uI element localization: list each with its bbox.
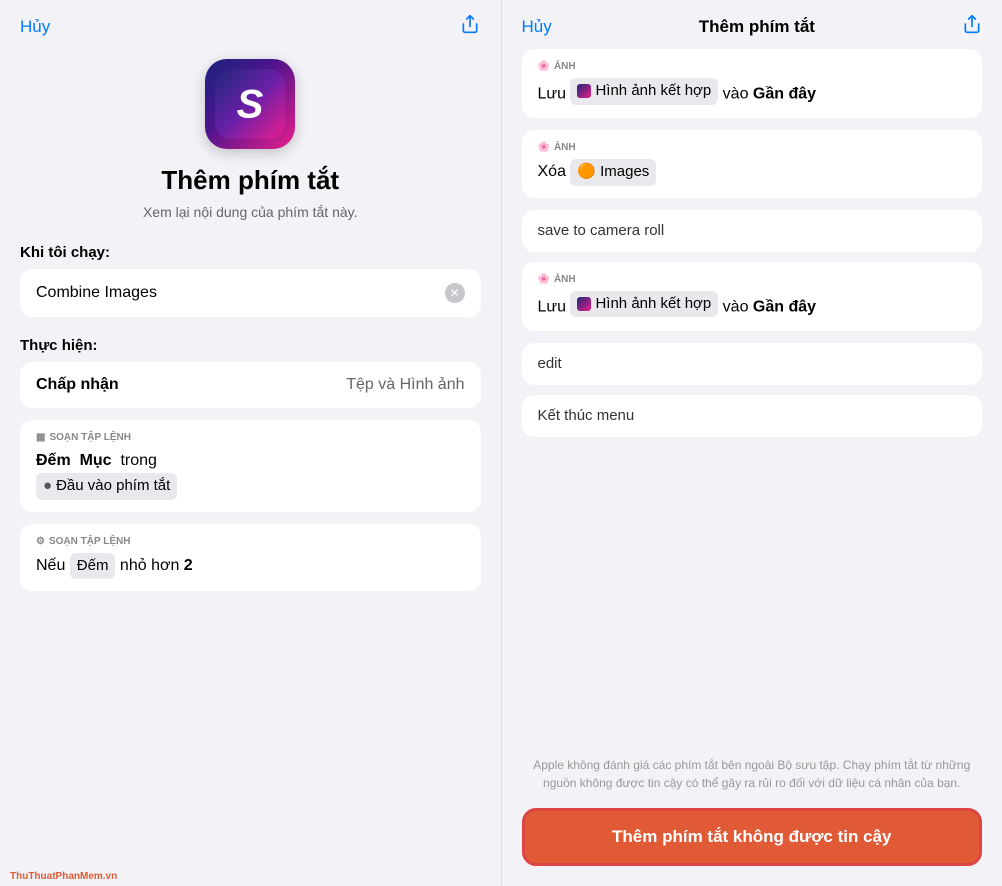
card-save-1-content: Lưu Hình ảnh kết hợp vào Gần đây xyxy=(538,78,967,106)
right-share-button[interactable] xyxy=(962,14,982,39)
gear-icon: ⚙ xyxy=(36,536,45,547)
right-header: Hủy Thêm phím tắt xyxy=(502,0,1002,49)
shortcuts-mini-icon-2 xyxy=(577,297,591,311)
combined-images-tag-1: Hình ảnh kết hợp xyxy=(570,78,718,105)
disclaimer-text: Apple không đánh giá các phím tắt bên ng… xyxy=(522,756,983,792)
shortcuts-mini-icon-1 xyxy=(577,84,591,98)
simple-card-1[interactable]: save to camera roll xyxy=(522,210,983,252)
right-panel: Hủy Thêm phím tắt 🌸 ẢNH Lưu Hình ảnh kết xyxy=(502,0,1002,886)
accept-label: Chấp nhận xyxy=(36,376,119,394)
photos-icon-3: 🌸 xyxy=(538,274,550,285)
card-save-2-content: Lưu Hình ảnh kết hợp vào Gần đây xyxy=(538,291,967,319)
smaller-text: nhỏ hơn xyxy=(120,557,184,574)
left-app-title: Thêm phím tắt xyxy=(161,165,339,196)
card-delete[interactable]: 🌸 ẢNH Xóa 🟠 Images xyxy=(522,130,983,198)
photos-icon-2: 🌸 xyxy=(538,142,550,153)
tag-dot-icon: ● xyxy=(43,475,52,498)
count-tag: Đếm xyxy=(70,553,116,580)
left-share-button[interactable] xyxy=(460,14,480,39)
photos-icon-1: 🌸 xyxy=(538,61,550,72)
bottom-section: Apple không đánh giá các phím tắt bên ng… xyxy=(502,746,1002,886)
add-shortcut-button[interactable]: Thêm phím tắt không được tin cậy xyxy=(522,808,983,866)
svg-text:S: S xyxy=(237,82,264,126)
card-count-badge: ▦ SOẠN TẬP LỆNH xyxy=(36,432,465,443)
card-save-2-badge: 🌸 ẢNH xyxy=(538,274,967,285)
watermark: ThuThuatPhanMem.vn xyxy=(10,871,117,882)
accept-row[interactable]: Chấp nhận Tệp và Hình ảnh xyxy=(20,362,481,408)
card-if-content: Nếu Đếm nhỏ hơn 2 xyxy=(36,553,465,580)
left-cancel-button[interactable]: Hủy xyxy=(20,17,50,37)
images-tag: 🟠 Images xyxy=(570,159,656,186)
card-save-1[interactable]: 🌸 ẢNH Lưu Hình ảnh kết hợp vào Gần đây xyxy=(522,49,983,118)
right-title: Thêm phím tắt xyxy=(699,17,815,37)
do-label: Thực hiện: xyxy=(20,337,481,354)
grid-icon: ▦ xyxy=(36,432,45,443)
shortcut-name-text: Combine Images xyxy=(36,284,157,302)
combined-images-tag-2: Hình ảnh kết hợp xyxy=(570,291,718,318)
simple-card-2[interactable]: edit xyxy=(522,343,983,385)
right-content: 🌸 ẢNH Lưu Hình ảnh kết hợp vào Gần đây 🌸 xyxy=(502,49,1002,746)
card-save-2[interactable]: 🌸 ẢNH Lưu Hình ảnh kết hợp vào Gần đây xyxy=(522,262,983,331)
card-if[interactable]: ⚙ SOẠN TẬP LỆNH Nếu Đếm nhỏ hơn 2 xyxy=(20,524,481,592)
clear-button[interactable]: ✕ xyxy=(445,283,465,303)
card-count-content: Đếm Mục trong ● Đầu vào phím tắt xyxy=(36,449,465,500)
left-header: Hủy xyxy=(0,0,501,49)
number-2: 2 xyxy=(184,557,193,574)
left-panel: Hủy S Thêm p xyxy=(0,0,501,886)
card-save-1-badge: 🌸 ẢNH xyxy=(538,61,967,72)
card-count[interactable]: ▦ SOẠN TẬP LỆNH Đếm Mục trong ● Đầu vào … xyxy=(20,420,481,512)
if-text: Nếu xyxy=(36,557,70,574)
simple-card-3[interactable]: Kết thúc menu xyxy=(522,395,983,437)
card-if-badge: ⚙ SOẠN TẬP LỆNH xyxy=(36,536,465,547)
when-label: Khi tôi chạy: xyxy=(20,244,481,261)
card-delete-content: Xóa 🟠 Images xyxy=(538,159,967,186)
left-subtitle: Xem lại nội dung của phím tắt này. xyxy=(143,204,358,220)
left-content: S Thêm phím tắt Xem lại nội dung của phí… xyxy=(0,49,501,886)
app-icon: S xyxy=(205,59,295,149)
card-delete-badge: 🌸 ẢNH xyxy=(538,142,967,153)
accept-value: Tệp và Hình ảnh xyxy=(346,376,464,394)
shortcut-input-tag: ● Đầu vào phím tắt xyxy=(36,473,177,500)
count-text: Đếm Mục trong xyxy=(36,452,157,469)
shortcut-name-row: Combine Images ✕ xyxy=(20,269,481,317)
right-cancel-button[interactable]: Hủy xyxy=(522,17,552,37)
orange-icon: 🟠 xyxy=(577,161,596,184)
